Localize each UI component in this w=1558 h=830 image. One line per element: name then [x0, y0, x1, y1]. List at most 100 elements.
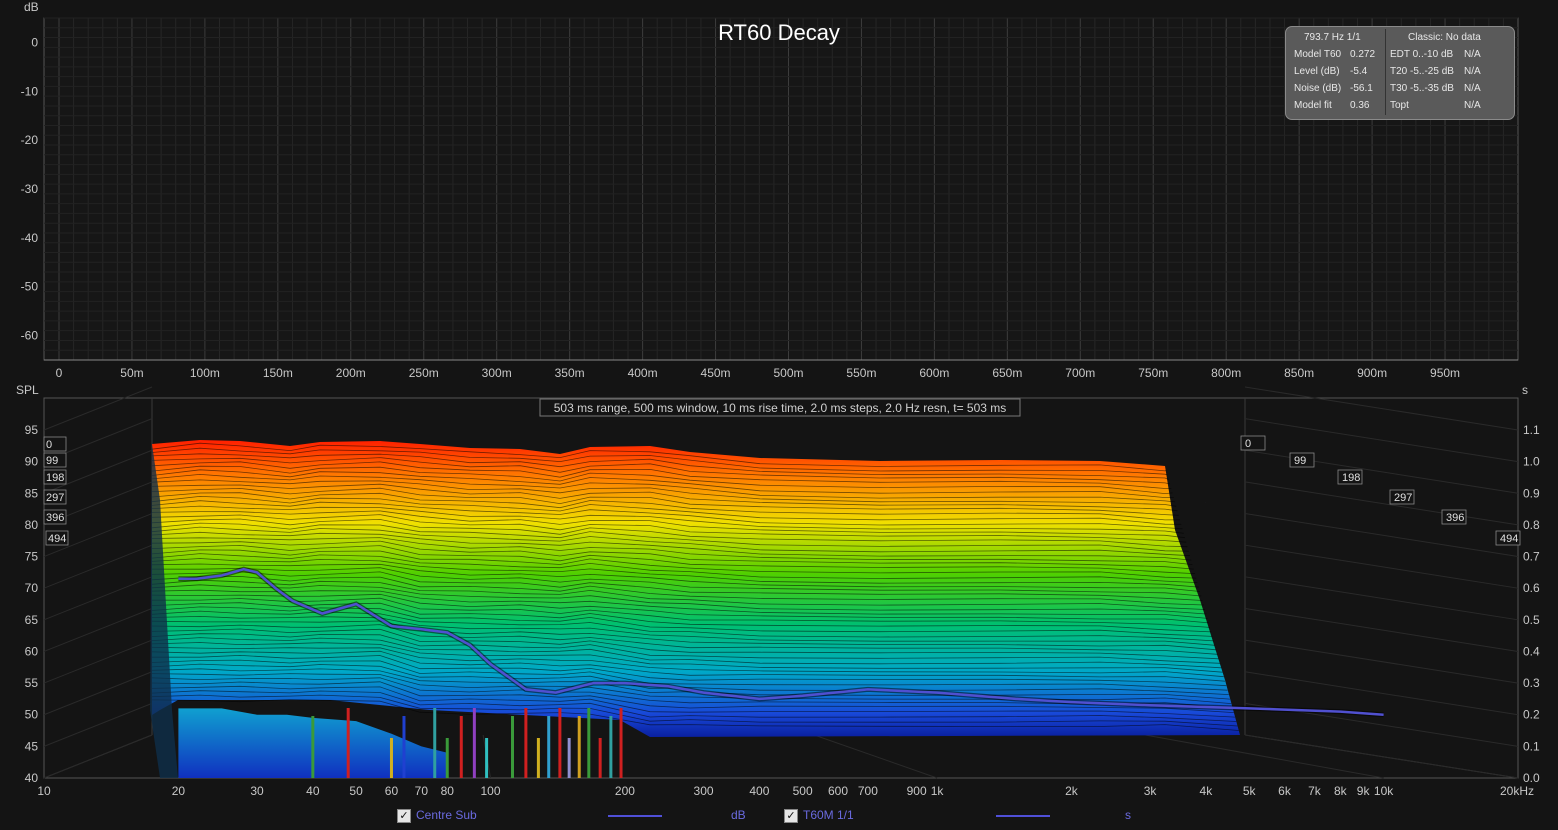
centre-sub-checkbox[interactable]: ✓	[397, 809, 411, 823]
top-x-tick-label: 900m	[1357, 366, 1387, 380]
info-classic-status: Classic: No data	[1408, 32, 1481, 43]
spl-tick-label: 40	[25, 771, 39, 785]
top-x-tick-label: 850m	[1284, 366, 1314, 380]
top-x-tick-label: 50m	[120, 366, 143, 380]
top-y-unit: dB	[24, 0, 39, 14]
bass-bar	[547, 716, 551, 778]
bass-bar	[619, 708, 623, 778]
legend-series-name: T60M 1/1	[803, 808, 854, 822]
check-icon: ✓	[786, 810, 796, 822]
spl-tick-label: 45	[25, 739, 39, 753]
freq-tick-label: 10k	[1374, 784, 1394, 798]
spl-tick-label: 85	[25, 486, 39, 500]
freq-tick-label: 9k	[1357, 784, 1371, 798]
bass-bar	[567, 738, 571, 778]
top-x-tick-label: 950m	[1430, 366, 1460, 380]
bass-bar	[524, 708, 528, 778]
time-slice-label: 0	[46, 439, 52, 451]
waterfall-chart: SPL s 95 90 85 80 75 70 65 60 55 50 45 40 1.1 1.0 0.9…	[16, 383, 1540, 798]
info-value: N/A	[1464, 66, 1481, 77]
bass-bar	[485, 738, 489, 778]
bass-bar	[402, 716, 406, 778]
bass-bar	[587, 708, 591, 778]
bass-bar	[536, 738, 540, 778]
spl-tick-label: 65	[25, 613, 39, 627]
bass-bar	[389, 738, 393, 778]
info-value: N/A	[1464, 83, 1481, 94]
freq-tick-label: 3k	[1144, 784, 1158, 798]
freq-tick-label: 400	[749, 784, 769, 798]
time-slice-label: 396	[1446, 512, 1464, 524]
spl-tick-label: 75	[25, 550, 39, 564]
s-tick-label: 0.4	[1523, 644, 1540, 658]
time-slice-label: 99	[46, 455, 58, 467]
spl-tick-label: 55	[25, 676, 39, 690]
top-x-tick-label: 650m	[992, 366, 1022, 380]
bass-bar	[558, 708, 562, 778]
t60m-checkbox[interactable]: ✓	[784, 809, 798, 823]
bass-bar	[609, 716, 613, 778]
info-value: 0.272	[1350, 49, 1376, 60]
rt60-info-panel: 793.7 Hz 1/1 Classic: No data Model T60 …	[1285, 26, 1515, 120]
top-y-tick-label: -10	[21, 84, 39, 98]
top-x-tick-label: 0	[56, 366, 63, 380]
top-x-tick-label: 600m	[919, 366, 949, 380]
freq-tick-label: 20kHz	[1500, 784, 1534, 798]
time-slice-label: 396	[46, 512, 64, 524]
freq-tick-label: 60	[385, 784, 399, 798]
bass-bar	[433, 708, 437, 778]
freq-tick-label: 7k	[1308, 784, 1322, 798]
legend-series-unit: dB	[731, 808, 746, 822]
info-label: EDT 0..-10 dB	[1390, 49, 1454, 60]
info-label: Topt	[1390, 100, 1409, 111]
info-value: 0.36	[1350, 100, 1370, 111]
freq-tick-label: 2k	[1065, 784, 1079, 798]
top-y-tick-label: -20	[21, 133, 39, 147]
time-slice-label: 494	[1500, 533, 1518, 545]
info-label: T20 -5..-25 dB	[1390, 66, 1454, 77]
spl-tick-label: 90	[25, 455, 39, 469]
time-slice-label: 297	[1394, 492, 1412, 504]
s-tick-label: 0.0	[1523, 771, 1540, 785]
freq-tick-label: 5k	[1243, 784, 1257, 798]
legend-series-name: Centre Sub	[416, 808, 477, 822]
info-frequency: 793.7 Hz 1/1	[1304, 32, 1361, 43]
freq-tick-label: 1k	[931, 784, 945, 798]
info-value: N/A	[1464, 49, 1481, 60]
info-value: -5.4	[1350, 66, 1368, 77]
bass-bar	[472, 708, 476, 778]
bass-bar	[346, 708, 350, 778]
top-x-tick-label: 700m	[1065, 366, 1095, 380]
top-y-tick-label: -50	[21, 280, 39, 294]
s-tick-label: 0.9	[1523, 486, 1540, 500]
time-slice-label: 198	[46, 472, 64, 484]
spl-tick-label: 70	[25, 581, 39, 595]
seconds-axis-label: s	[1522, 383, 1528, 397]
bass-bar	[459, 716, 463, 778]
info-value: N/A	[1464, 100, 1481, 111]
freq-tick-label: 4k	[1200, 784, 1214, 798]
bass-bar	[311, 716, 315, 778]
spl-tick-label: 60	[25, 644, 39, 658]
freq-tick-label: 300	[694, 784, 714, 798]
freq-tick-label: 200	[615, 784, 635, 798]
bass-bar	[598, 738, 602, 778]
s-tick-label: 0.5	[1523, 613, 1540, 627]
time-slice-label: 297	[46, 492, 64, 504]
legend-series-unit: s	[1125, 808, 1131, 822]
bass-bar	[445, 738, 449, 778]
top-x-tick-label: 800m	[1211, 366, 1241, 380]
freq-tick-label: 30	[250, 784, 264, 798]
freq-tick-label: 700	[858, 784, 878, 798]
s-tick-label: 0.2	[1523, 708, 1540, 722]
freq-tick-label: 50	[349, 784, 363, 798]
time-slice-label: 198	[1342, 472, 1360, 484]
freq-tick-label: 900	[907, 784, 927, 798]
spl-tick-label: 95	[25, 423, 39, 437]
time-slice-label: 494	[48, 533, 66, 545]
top-x-tick-label: 150m	[263, 366, 293, 380]
time-slice-label: 99	[1294, 455, 1306, 467]
top-x-tick-label: 250m	[409, 366, 439, 380]
top-x-tick-label: 400m	[628, 366, 658, 380]
top-y-tick-label: -30	[21, 182, 39, 196]
